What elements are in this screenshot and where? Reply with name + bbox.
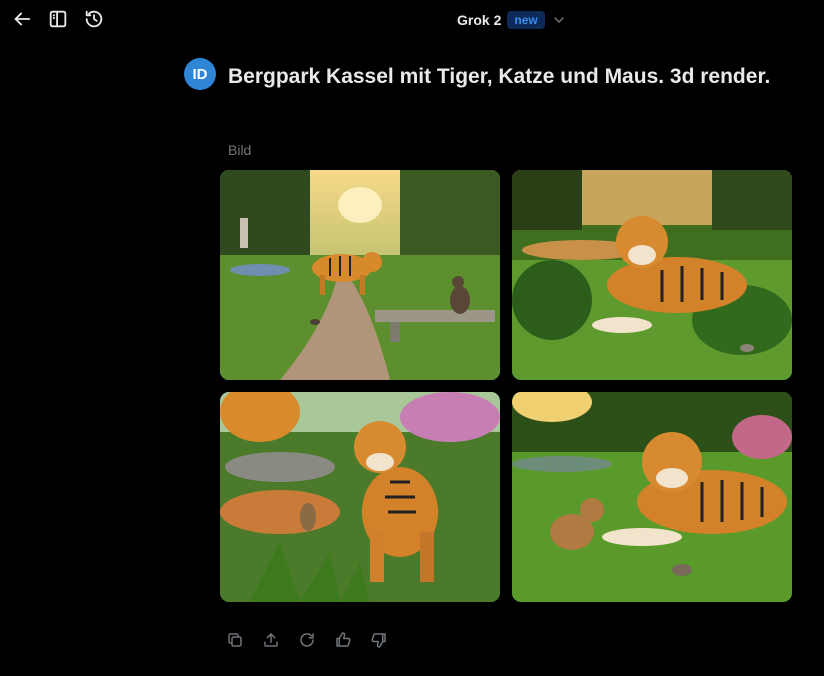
generated-image-1[interactable] <box>220 170 500 380</box>
thumbs-up-icon[interactable] <box>334 631 352 649</box>
back-arrow-icon[interactable] <box>11 8 33 30</box>
sidebar-toggle-icon[interactable] <box>47 8 69 30</box>
avatar[interactable]: ID <box>184 58 216 90</box>
generated-image-3[interactable] <box>220 392 500 602</box>
chevron-down-icon <box>553 17 564 24</box>
top-bar: Grok 2 new <box>0 0 824 38</box>
image-section-label: Bild <box>228 142 252 158</box>
model-selector[interactable]: Grok 2 new <box>457 9 565 31</box>
thumbs-down-icon[interactable] <box>370 631 388 649</box>
regenerate-icon[interactable] <box>298 631 316 649</box>
share-icon[interactable] <box>262 631 280 649</box>
new-badge: new <box>507 11 545 29</box>
message-actions <box>226 631 388 649</box>
copy-icon[interactable] <box>226 631 244 649</box>
generated-image-4[interactable] <box>512 392 792 602</box>
history-icon[interactable] <box>83 8 105 30</box>
prompt-text: Bergpark Kassel mit Tiger, Katze und Mau… <box>228 65 771 88</box>
generated-image-2[interactable] <box>512 170 792 380</box>
model-name: Grok 2 <box>457 12 502 28</box>
